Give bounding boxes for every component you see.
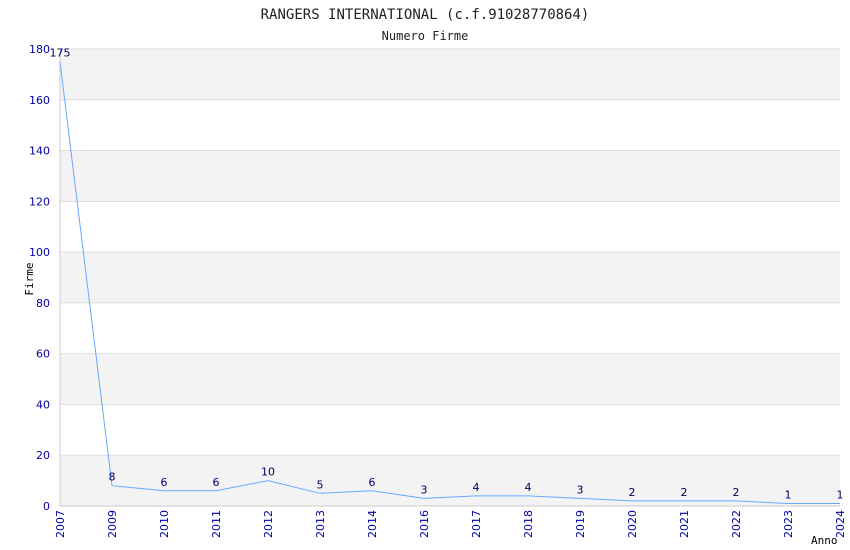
x-tick-label: 2014 xyxy=(366,510,379,538)
x-tick-label: 2017 xyxy=(470,510,483,538)
y-tick-label: 140 xyxy=(29,145,50,158)
data-label: 6 xyxy=(161,476,168,489)
data-label: 4 xyxy=(473,481,480,494)
data-label: 2 xyxy=(629,486,636,499)
data-label: 1 xyxy=(785,488,792,501)
x-tick-label: 2018 xyxy=(522,510,535,538)
chart: RANGERS INTERNATIONAL (c.f.91028770864) … xyxy=(23,7,847,547)
y-tick-label: 100 xyxy=(29,246,50,259)
x-tick-label: 2022 xyxy=(730,510,743,538)
x-tick-label: 2019 xyxy=(574,510,587,538)
grid-band xyxy=(60,201,840,253)
data-label: 8 xyxy=(109,471,116,484)
x-tick-label: 2011 xyxy=(210,510,223,538)
grid-band xyxy=(60,49,840,100)
data-label: 6 xyxy=(213,476,220,489)
chart-subtitle: Numero Firme xyxy=(382,29,469,43)
data-label: 3 xyxy=(421,483,428,496)
grid-bands xyxy=(60,49,840,506)
grid-band xyxy=(60,252,840,303)
grid-band xyxy=(60,404,840,456)
data-label: 4 xyxy=(525,481,532,494)
y-tick-label: 120 xyxy=(29,195,50,208)
x-tick-label: 2013 xyxy=(314,510,327,538)
x-axis-label: Anno xyxy=(811,534,838,547)
data-label: 2 xyxy=(733,486,740,499)
x-tick-labels: 2007 2009 2010 2011 2012 2013 2014 2016 2017 2018… xyxy=(54,510,847,538)
grid-band xyxy=(60,150,840,202)
x-tick-label: 2009 xyxy=(106,510,119,538)
x-tick-label: 2016 xyxy=(418,510,431,538)
y-tick-label: 0 xyxy=(43,500,50,513)
data-label: 1 xyxy=(837,488,844,501)
x-tick-label: 2020 xyxy=(626,510,639,538)
x-tick-label: 2012 xyxy=(262,510,275,538)
y-tick-label: 20 xyxy=(36,449,50,462)
y-tick-label: 160 xyxy=(29,94,50,107)
data-label: 10 xyxy=(261,466,275,479)
data-label: 6 xyxy=(369,476,376,489)
x-tick-label: 2010 xyxy=(158,510,171,538)
grid-band xyxy=(60,302,840,354)
y-tick-label: 80 xyxy=(36,297,50,310)
data-label: 5 xyxy=(317,478,324,491)
grid-band xyxy=(60,99,840,151)
y-axis-label: Firme xyxy=(23,262,36,295)
grid-band xyxy=(60,455,840,506)
x-tick-label: 2023 xyxy=(782,510,795,538)
y-tick-label: 60 xyxy=(36,348,50,361)
x-tick-label: 2021 xyxy=(678,510,691,538)
data-label: 2 xyxy=(681,486,688,499)
x-tick-label: 2007 xyxy=(54,510,67,538)
chart-title: RANGERS INTERNATIONAL (c.f.91028770864) xyxy=(261,7,590,23)
grid-band xyxy=(60,353,840,405)
y-tick-label: 180 xyxy=(29,43,50,56)
data-label: 3 xyxy=(577,483,584,496)
y-tick-label: 40 xyxy=(36,398,50,411)
data-label: 175 xyxy=(50,47,71,60)
